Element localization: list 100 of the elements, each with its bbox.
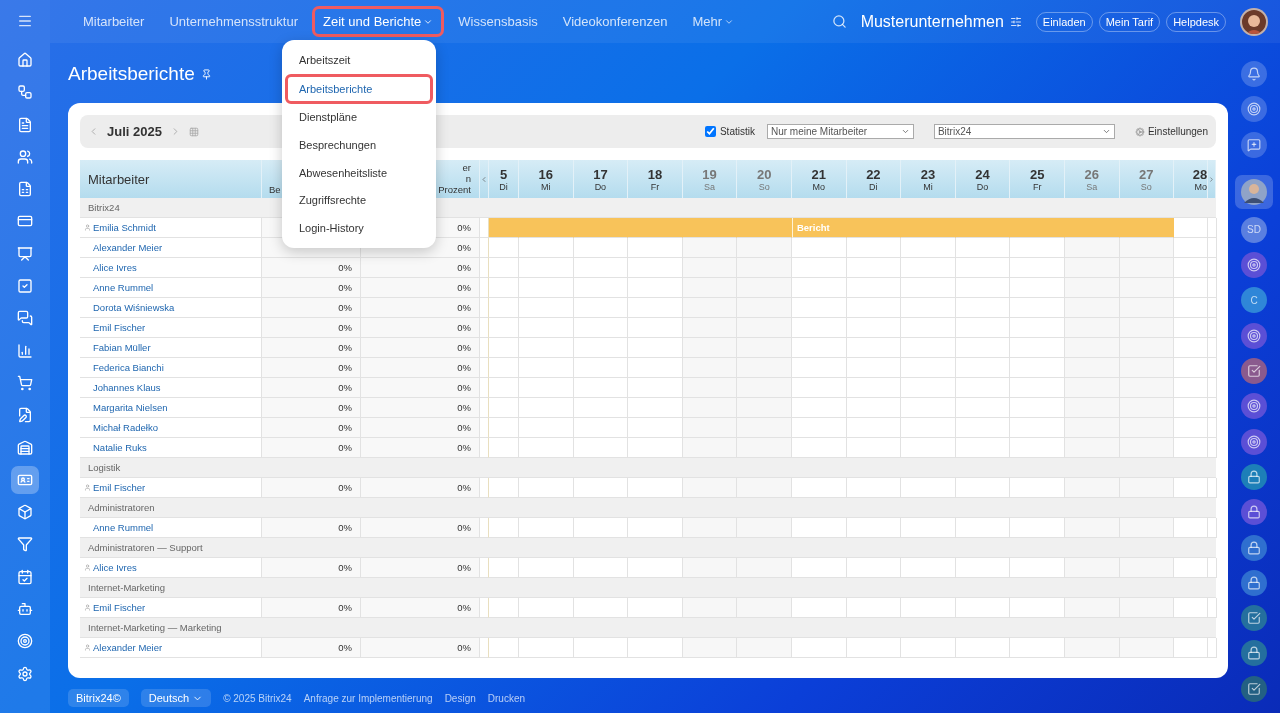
table-cell bbox=[519, 378, 574, 398]
table-cell bbox=[901, 338, 956, 358]
menu-item[interactable]: Arbeitszeit bbox=[288, 46, 430, 74]
table-cell: 0% bbox=[361, 398, 480, 418]
column-header: Be bbox=[269, 184, 281, 195]
department-select[interactable]: Bitrix24 bbox=[933, 124, 1115, 139]
menu-item[interactable]: Zugriffsrechte bbox=[288, 186, 430, 214]
table-cell: 0% bbox=[262, 298, 361, 318]
pin-icon[interactable] bbox=[200, 68, 212, 80]
nav-tab[interactable]: Unternehmensstruktur bbox=[158, 6, 310, 37]
table-cell bbox=[791, 358, 847, 378]
employee-link[interactable]: Emilia Schmidt bbox=[93, 222, 156, 233]
employee-link[interactable]: Federica Bianchi bbox=[93, 362, 164, 373]
employee-link[interactable]: Anne Rummel bbox=[93, 282, 154, 293]
table-cell bbox=[955, 478, 1011, 498]
nav-tab[interactable]: Videokonferenzen bbox=[551, 6, 679, 37]
employee-link[interactable]: Alice Ivres bbox=[93, 262, 137, 273]
lock-chat-icon[interactable] bbox=[1241, 640, 1267, 667]
nav-tab[interactable]: Mitarbeiter bbox=[72, 6, 156, 37]
table-cell: 0% bbox=[262, 558, 361, 578]
scroll-right-icon[interactable] bbox=[1208, 174, 1216, 184]
task-chat-icon[interactable] bbox=[1241, 358, 1267, 385]
nav-tab[interactable]: Zeit und Berichte bbox=[312, 6, 445, 37]
brand-button[interactable]: Bitrix24© bbox=[68, 689, 129, 707]
settings-icon[interactable] bbox=[1134, 126, 1145, 137]
employee-link[interactable]: Natalie Ruks bbox=[93, 442, 147, 453]
menu-item[interactable]: Dienstpläne bbox=[288, 103, 430, 132]
table-cell bbox=[519, 258, 574, 278]
task-chat-icon[interactable] bbox=[1241, 675, 1267, 702]
table-cell bbox=[1119, 238, 1175, 258]
employee-link[interactable]: Emil Fischer bbox=[93, 322, 146, 333]
table-cell bbox=[480, 218, 489, 238]
search-icon[interactable] bbox=[831, 14, 847, 29]
table-cell bbox=[737, 478, 792, 498]
statistik-checkbox[interactable] bbox=[704, 126, 716, 137]
employee-link[interactable]: Alexander Meier bbox=[93, 642, 163, 653]
column-header: er n Prozent bbox=[438, 162, 471, 195]
table-cell bbox=[480, 358, 489, 378]
table-cell bbox=[791, 238, 847, 258]
table-cell bbox=[682, 438, 738, 458]
settings-icon[interactable] bbox=[1009, 15, 1022, 28]
menu-item[interactable]: Abwesenheitsliste bbox=[288, 158, 430, 187]
table-cell bbox=[1010, 238, 1065, 258]
settings-link[interactable]: Einstellungen bbox=[1147, 126, 1208, 137]
employee-link[interactable]: Fabian Müller bbox=[93, 342, 151, 353]
table-cell bbox=[1064, 438, 1120, 458]
table-cell bbox=[1208, 378, 1218, 398]
sidebar-icon[interactable] bbox=[11, 465, 39, 494]
nav-tab[interactable]: Wissensbasis bbox=[447, 6, 549, 37]
employee-link[interactable]: Michał Radełko bbox=[93, 422, 158, 433]
column-header: Mitarbeiter bbox=[87, 171, 150, 187]
employee-link[interactable]: Alexander Meier bbox=[93, 242, 163, 253]
menu-item[interactable]: Arbeitsberichte bbox=[285, 73, 433, 104]
table-cell bbox=[1010, 418, 1065, 438]
employee-link[interactable]: Dorota Wiśniewska bbox=[93, 302, 175, 313]
employee-link[interactable]: Anne Rummel bbox=[93, 522, 154, 533]
day-number: 27 bbox=[1139, 166, 1154, 182]
company-name[interactable]: Musterunternehmen bbox=[860, 12, 1004, 31]
lock-chat-icon[interactable] bbox=[1241, 499, 1267, 526]
table-cell bbox=[1208, 298, 1218, 318]
table-cell: 0% bbox=[262, 318, 361, 338]
table-cell: 0% bbox=[262, 438, 361, 458]
table-cell bbox=[519, 478, 574, 498]
filter-select[interactable]: Nur meine Mitarbeiter bbox=[766, 124, 914, 139]
table-cell bbox=[628, 238, 683, 258]
lock-chat-icon[interactable] bbox=[1241, 569, 1267, 596]
table-cell bbox=[480, 258, 489, 278]
nav-tab[interactable]: Mehr bbox=[681, 6, 745, 37]
table-cell bbox=[846, 278, 902, 298]
lock-chat-icon[interactable] bbox=[1241, 463, 1267, 490]
menu-item[interactable]: Besprechungen bbox=[288, 131, 430, 159]
user-avatar[interactable] bbox=[1240, 7, 1268, 36]
chat-plus-icon[interactable] bbox=[1241, 131, 1267, 158]
table-cell bbox=[1174, 398, 1209, 418]
employee-link[interactable]: Emil Fischer bbox=[93, 602, 146, 613]
lock-chat-icon[interactable] bbox=[1241, 534, 1267, 561]
table-cell bbox=[1119, 318, 1175, 338]
table-cell bbox=[846, 558, 902, 578]
user-avatar[interactable] bbox=[1235, 174, 1273, 209]
table-cell bbox=[489, 278, 519, 298]
employee-link[interactable]: Margarita Nielsen bbox=[93, 402, 168, 413]
table-cell bbox=[791, 298, 847, 318]
employee-link[interactable]: Emil Fischer bbox=[93, 482, 146, 493]
language-select[interactable]: Deutsch bbox=[140, 689, 212, 707]
task-chat-icon[interactable] bbox=[1241, 605, 1267, 632]
day-number: 17 bbox=[593, 166, 608, 182]
employee-link[interactable]: Johannes Klaus bbox=[93, 382, 161, 393]
footer-link[interactable]: Design bbox=[444, 692, 476, 704]
table-cell bbox=[1010, 298, 1065, 318]
table-cell bbox=[737, 338, 792, 358]
employee-link[interactable]: Alice Ivres bbox=[93, 562, 137, 573]
table-cell bbox=[846, 298, 902, 318]
footer-link[interactable]: Anfrage zur Implementierung bbox=[303, 692, 433, 704]
table-cell bbox=[901, 318, 956, 338]
footer-link[interactable]: Drucken bbox=[487, 692, 526, 704]
notifications-icon[interactable] bbox=[1241, 61, 1267, 87]
table-cell bbox=[737, 358, 792, 378]
person-icon bbox=[84, 604, 91, 611]
table-cell bbox=[791, 378, 847, 398]
table-cell bbox=[489, 358, 519, 378]
